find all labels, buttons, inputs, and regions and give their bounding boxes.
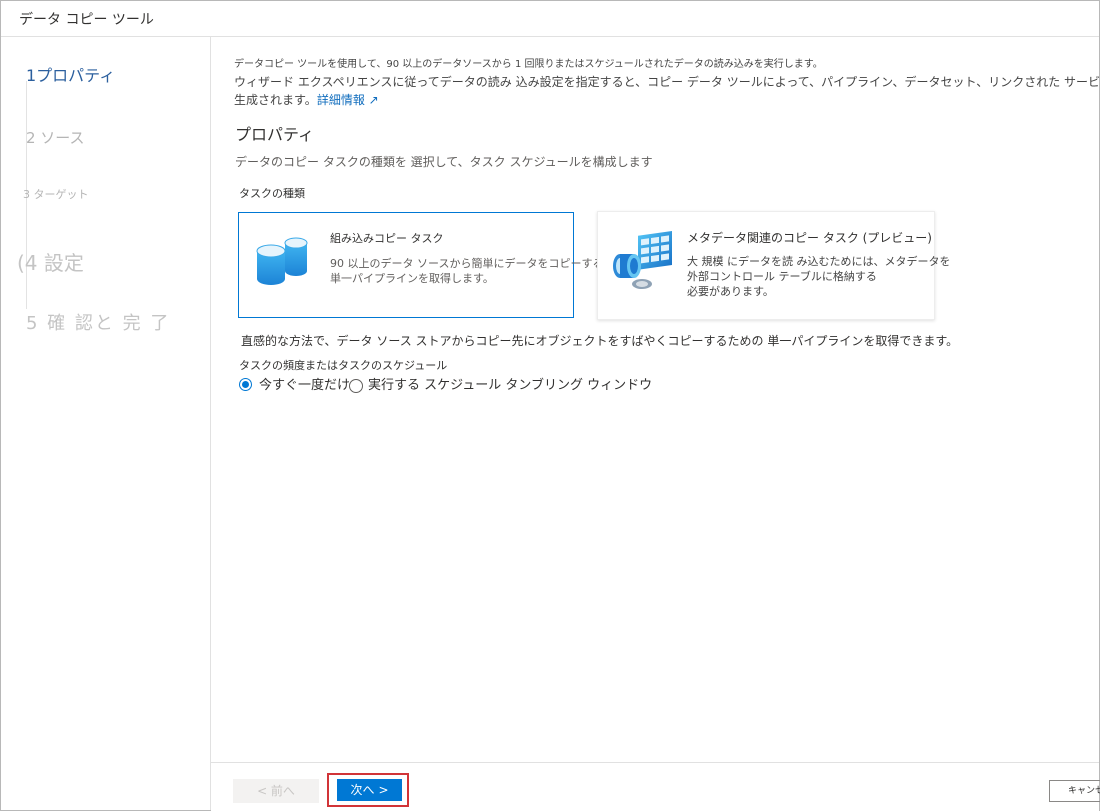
step-target[interactable]: 3 ターゲット: [23, 186, 89, 202]
next-button-label: 次へ: [350, 783, 375, 797]
step-source[interactable]: 2 ソース: [26, 127, 85, 148]
database-icon: [256, 237, 308, 285]
metadata-card-description: 大 規模 にデータを読 み込むためには、メタデータを 外部コントロール テーブル…: [687, 254, 951, 299]
main-panel: データコピー ツールを使用して、90 以上のデータソースから 1 回限りまたはス…: [211, 37, 1099, 762]
intro-line-1: データコピー ツールを使用して、90 以上のデータソースから 1 回限りまたはス…: [234, 59, 823, 70]
learn-more-link[interactable]: 詳細情報 ↗: [317, 93, 379, 107]
intro-line-3-text: 生成されます。: [234, 93, 317, 107]
builtin-card-description: 90 以上のデータ ソースから簡単にデータをコピーするための 単一パイプラインを…: [330, 256, 636, 286]
intro-text: データコピー ツールを使用して、90 以上のデータソースから 1 回限りまたはス…: [234, 55, 1099, 108]
metadata-desc-line-1: 大 規模 にデータを読 み込むためには、メタデータを: [687, 255, 951, 268]
previous-button[interactable]: < 前へ: [233, 779, 319, 803]
schedule-radio[interactable]: [349, 379, 363, 393]
schedule-label-option[interactable]: 実行する スケジュール タンブリング ウィンドウ: [368, 374, 652, 393]
step-properties[interactable]: 1プロパティ: [26, 62, 115, 86]
step-review-finish[interactable]: 5 確 認と 完 了: [26, 309, 170, 335]
wizard-step-sidebar: 1プロパティ 2 ソース 3 ターゲット (4 設定 5 確 認と 完 了: [1, 37, 211, 810]
properties-heading: プロパティ: [235, 125, 315, 144]
metadata-desc-line-3: 必要があります。: [687, 285, 774, 298]
builtin-desc-line-1: 90 以上のデータ ソースから簡単にデータをコピーするための: [330, 257, 637, 270]
step-settings[interactable]: (4 設定: [17, 247, 84, 276]
metadata-card-title: メタデータ関連のコピー タスク (プレビュー): [687, 231, 932, 245]
wizard-footer: < 前へ 次へ> キャンセル: [211, 762, 1100, 811]
task-type-label: タスクの種類: [239, 187, 305, 200]
metadata-copy-task-card[interactable]: メタデータ関連のコピー タスク (プレビュー) 大 規模 にデータを読 み込むた…: [597, 211, 951, 320]
task-summary-text: 直感的な方法で、データ ソース ストアからコピー先にオブジェクトをすばやくコピー…: [241, 334, 959, 348]
next-button[interactable]: 次へ >: [337, 779, 402, 801]
properties-description: データのコピー タスクの種類を 選択して、タスク スケジュールを構成します: [235, 155, 653, 169]
schedule-label: タスクの頻度またはタスクのスケジュール: [239, 359, 448, 372]
intro-line-3: 生成されます。詳細情報 ↗: [234, 91, 1099, 108]
metadata-desc-line-2: 外部コントロール テーブルに格納する: [687, 270, 877, 283]
cancel-button[interactable]: キャンセル: [1049, 780, 1100, 802]
run-once-label[interactable]: 今すぐ一度だけ: [259, 374, 350, 393]
window-title: データ コピー ツール: [19, 12, 154, 28]
title-bar: データ コピー ツール: [1, 1, 1099, 37]
intro-line-2: ウィザード エクスペリエンスに従ってデータの読み 込み設定を指定すると、コピー …: [234, 75, 1099, 89]
builtin-copy-task-card[interactable]: 組み込みコピー タスク 90 以上のデータ ソースから簡単にデータをコピーするた…: [238, 212, 636, 318]
metadata-table-icon: [613, 231, 672, 289]
run-once-radio[interactable]: [239, 378, 252, 391]
chevron-right-icon: >: [378, 783, 389, 797]
builtin-card-title: 組み込みコピー タスク: [330, 232, 444, 245]
copy-data-tool-window: データ コピー ツール 1プロパティ 2 ソース 3 ターゲット (4 設定 5…: [0, 0, 1100, 811]
builtin-desc-line-2: 単一パイプラインを取得します。: [330, 272, 494, 285]
